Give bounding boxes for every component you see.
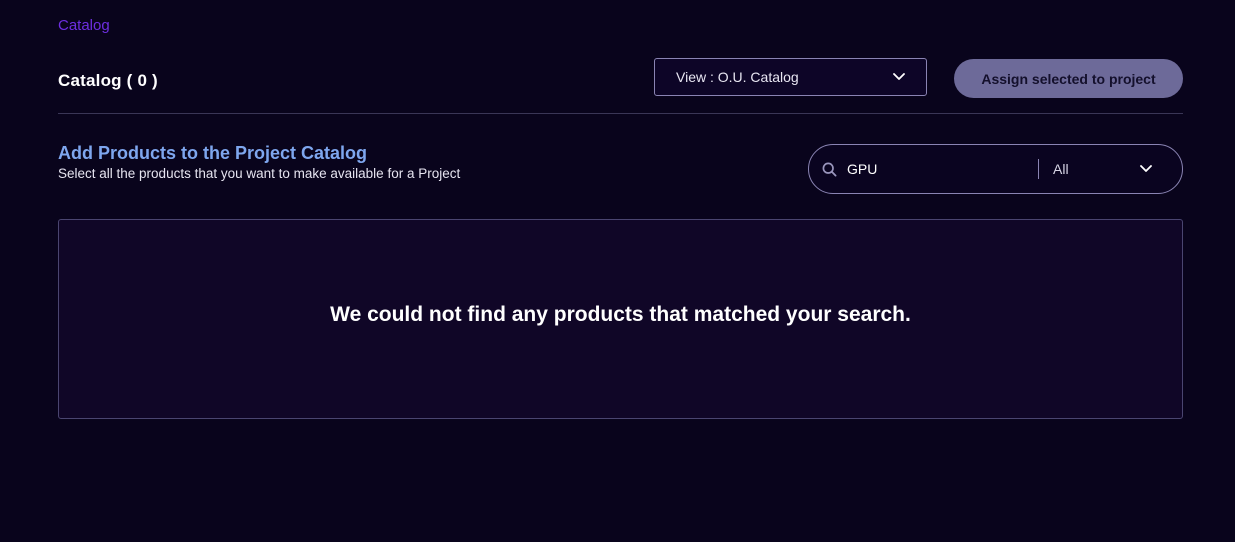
empty-results-message: We could not find any products that matc…: [330, 303, 911, 326]
breadcrumb-catalog-link[interactable]: Catalog: [58, 17, 110, 34]
catalog-page: Catalog Catalog ( 0 ) View : O.U. Catalo…: [0, 0, 1235, 542]
section-subtitle: Select all the products that you want to…: [58, 166, 461, 181]
search-icon: [821, 161, 837, 177]
view-select-dropdown[interactable]: View : O.U. Catalog: [654, 58, 927, 96]
assign-selected-to-project-button[interactable]: Assign selected to project: [954, 59, 1183, 98]
search-separator: [1038, 159, 1039, 179]
filter-select-label: All: [1053, 161, 1069, 177]
search-bar: All: [808, 144, 1183, 194]
filter-select-dropdown[interactable]: All: [1053, 161, 1153, 177]
page-title: Catalog ( 0 ): [58, 71, 158, 90]
section-title: Add Products to the Project Catalog: [58, 143, 368, 163]
view-select-label: View : O.U. Catalog: [676, 69, 799, 85]
chevron-down-icon: [892, 70, 906, 84]
chevron-down-icon: [1139, 162, 1153, 176]
results-panel: We could not find any products that matc…: [58, 219, 1183, 419]
header-divider: [58, 113, 1183, 114]
search-input[interactable]: [847, 161, 1027, 177]
